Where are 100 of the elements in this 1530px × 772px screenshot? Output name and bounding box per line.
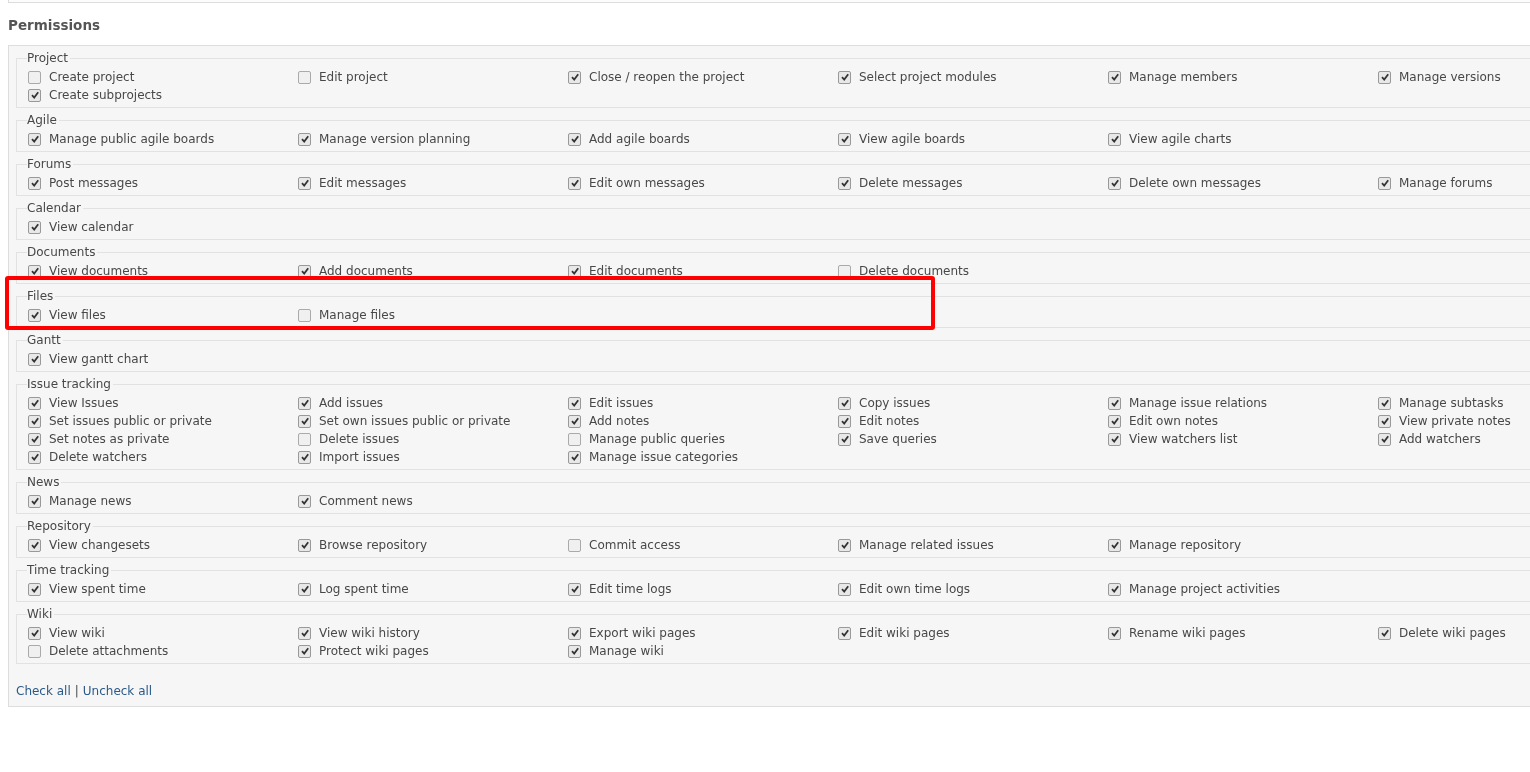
checkbox[interactable]	[1378, 70, 1391, 84]
uncheck-all-link[interactable]: Uncheck all	[82, 684, 153, 698]
checkbox[interactable]	[1378, 626, 1391, 640]
checkbox-label: Delete issues	[319, 431, 400, 448]
checkbox-label: View calendar	[49, 219, 134, 236]
checkbox[interactable]	[838, 582, 851, 596]
checkbox-label: Delete watchers	[49, 449, 147, 466]
checkbox[interactable]	[28, 176, 41, 190]
checkbox[interactable]	[838, 70, 851, 84]
checkbox-label: Manage versions	[1399, 69, 1501, 86]
checkbox-label: Post messages	[49, 175, 139, 192]
checkbox[interactable]	[568, 582, 581, 596]
checkbox-label: Manage news	[49, 493, 132, 510]
checkbox[interactable]	[298, 494, 311, 508]
checkbox[interactable]	[1378, 414, 1391, 428]
checkbox-label: View files	[49, 307, 106, 324]
checkbox[interactable]	[1108, 70, 1121, 84]
checkbox[interactable]	[1108, 176, 1121, 190]
checkbox[interactable]	[838, 626, 851, 640]
checkbox-label: Set notes as private	[49, 431, 170, 448]
checkbox[interactable]	[28, 308, 41, 322]
checkbox[interactable]	[28, 220, 41, 234]
section-title: Permissions	[8, 16, 102, 35]
group-legend: Documents	[27, 244, 98, 260]
checkbox-label: Commit access	[589, 537, 681, 554]
checkbox[interactable]	[298, 432, 311, 446]
checkbox-label: Delete wiki pages	[1399, 625, 1506, 642]
checkbox-label: Manage public queries	[589, 431, 725, 448]
checkbox-label: Manage wiki	[589, 643, 664, 660]
checkbox[interactable]	[568, 176, 581, 190]
checkbox[interactable]	[568, 132, 581, 146]
checkbox[interactable]	[1108, 582, 1121, 596]
checkbox-label: Manage public agile boards	[49, 131, 215, 148]
checkbox[interactable]	[28, 644, 41, 658]
checkbox[interactable]	[28, 494, 41, 508]
checkbox-label: Save queries	[859, 431, 937, 448]
checkbox[interactable]	[1378, 432, 1391, 446]
checkbox[interactable]	[28, 582, 41, 596]
checkbox[interactable]	[298, 582, 311, 596]
checkbox[interactable]	[298, 396, 311, 410]
checkbox[interactable]	[28, 432, 41, 446]
checkbox[interactable]	[1108, 432, 1121, 446]
checkbox[interactable]	[28, 450, 41, 464]
check-all-link[interactable]: Check all	[16, 684, 71, 698]
checkbox[interactable]	[568, 414, 581, 428]
separator: |	[74, 684, 79, 698]
checkbox[interactable]	[568, 396, 581, 410]
checkbox[interactable]	[1108, 396, 1121, 410]
checkbox[interactable]	[298, 176, 311, 190]
checkbox[interactable]	[298, 414, 311, 428]
checkbox-label: Manage members	[1129, 69, 1238, 86]
checkbox[interactable]	[298, 132, 311, 146]
checkbox-label: View spent time	[49, 581, 146, 598]
checkbox-label: View gantt chart	[49, 351, 149, 368]
checkbox-label: Add agile boards	[589, 131, 690, 148]
checkbox-label: View agile boards	[859, 131, 966, 148]
checkbox[interactable]	[568, 450, 581, 464]
checkbox-label: Browse repository	[319, 537, 428, 554]
checkbox[interactable]	[1108, 132, 1121, 146]
checkbox[interactable]	[1108, 626, 1121, 640]
checkbox[interactable]	[28, 626, 41, 640]
checkbox-label: Delete own messages	[1129, 175, 1261, 192]
checkbox[interactable]	[568, 644, 581, 658]
checkbox[interactable]	[298, 626, 311, 640]
checkbox[interactable]	[838, 176, 851, 190]
checkbox[interactable]	[298, 450, 311, 464]
checkbox-label: Edit own messages	[589, 175, 705, 192]
checkbox[interactable]	[28, 396, 41, 410]
checkbox[interactable]	[298, 70, 311, 84]
group-legend: Repository	[27, 518, 93, 534]
checkbox[interactable]	[28, 414, 41, 428]
checkbox[interactable]	[568, 432, 581, 446]
checkbox-label: Create project	[49, 69, 135, 86]
checkbox[interactable]	[568, 626, 581, 640]
checkbox[interactable]	[838, 414, 851, 428]
checkbox-label: View wiki history	[319, 625, 420, 642]
checkbox[interactable]	[28, 70, 41, 84]
checkbox[interactable]	[28, 352, 41, 366]
checkbox[interactable]	[298, 538, 311, 552]
checkbox[interactable]	[28, 88, 41, 102]
checkbox[interactable]	[28, 132, 41, 146]
checkbox[interactable]	[28, 538, 41, 552]
checkbox[interactable]	[1378, 176, 1391, 190]
checkbox[interactable]	[838, 432, 851, 446]
checkbox[interactable]	[838, 396, 851, 410]
checkbox[interactable]	[568, 538, 581, 552]
checkbox[interactable]	[568, 70, 581, 84]
checkbox-label: View documents	[49, 263, 149, 280]
checkbox[interactable]	[838, 538, 851, 552]
checkbox-label: Delete attachments	[49, 643, 169, 660]
checkbox[interactable]	[1108, 414, 1121, 428]
checkbox[interactable]	[298, 644, 311, 658]
checkbox[interactable]	[1378, 396, 1391, 410]
checkbox-label: Manage forums	[1399, 175, 1493, 192]
checkbox-label: View wiki	[49, 625, 105, 642]
checkbox-label: Manage files	[319, 307, 395, 324]
checkbox[interactable]	[1108, 538, 1121, 552]
checkbox-label: Protect wiki pages	[319, 643, 429, 660]
checkbox[interactable]	[298, 308, 311, 322]
checkbox[interactable]	[838, 132, 851, 146]
